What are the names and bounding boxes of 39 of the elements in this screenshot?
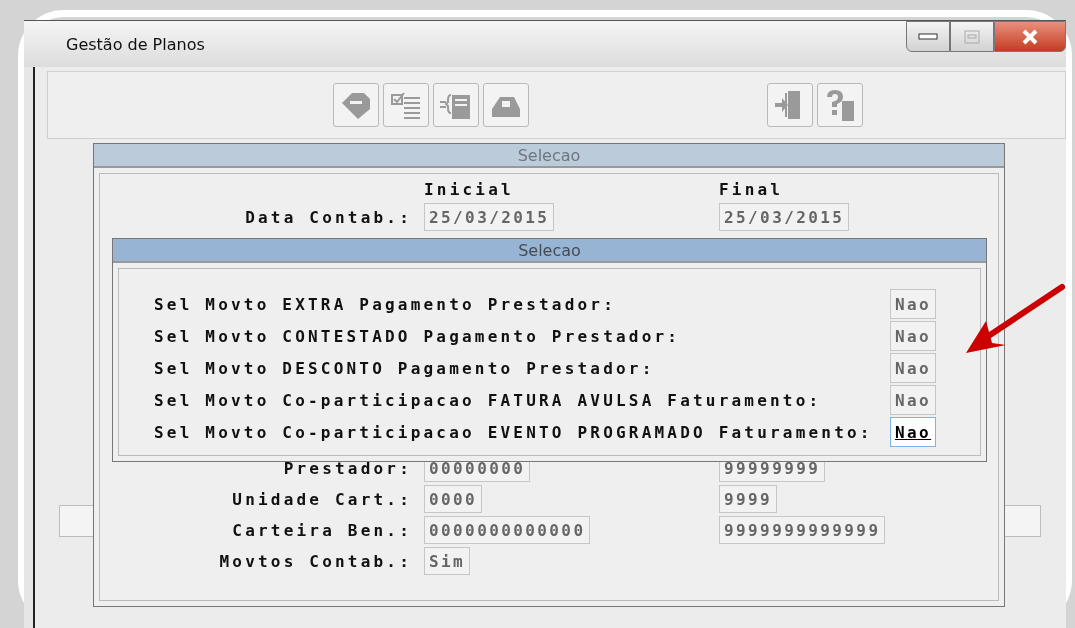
toolbar-button[interactable] — [817, 83, 863, 127]
dialog-title-bar: Selecao — [113, 239, 986, 263]
toolbar-button[interactable] — [383, 83, 429, 127]
field-label: Carteira Ben.: — [231, 520, 412, 540]
input-field[interactable]: 25/03/2015 — [424, 203, 555, 231]
toolbar-button[interactable] — [483, 83, 529, 127]
input-field[interactable]: Nao — [890, 385, 937, 415]
minimize-button[interactable] — [906, 21, 950, 52]
input-field[interactable]: Nao — [890, 417, 937, 447]
input-field[interactable]: Sim — [424, 547, 471, 575]
field-label: Movtos Contab.: — [218, 551, 412, 571]
field-label: Data Contab.: — [244, 207, 412, 227]
minimize-icon — [918, 32, 938, 41]
toolbar-button[interactable] — [333, 83, 379, 127]
close-icon — [1021, 28, 1039, 45]
input-field[interactable]: Nao — [890, 289, 937, 319]
input-field[interactable]: 25/03/2015 — [719, 203, 850, 231]
input-field[interactable]: Nao — [890, 321, 937, 351]
input-field[interactable]: 0000 — [424, 485, 483, 513]
field-label: Sel Movto CONTESTADO Pagamento Prestador: — [154, 326, 682, 346]
maximize-icon — [964, 29, 980, 44]
column-header: Inicial — [424, 180, 515, 200]
column-header: Final — [719, 180, 785, 200]
field-label: Sel Movto Co-participacao EVENTO PROGRAMADO Faturamento: — [154, 422, 874, 442]
input-field[interactable]: 0000000000000 — [424, 516, 591, 544]
close-button[interactable] — [994, 21, 1066, 52]
dialog-title-bar: Selecao — [94, 144, 1004, 168]
maximize-button[interactable] — [950, 21, 994, 52]
toolbar-button[interactable] — [433, 83, 479, 127]
field-label: Sel Movto Co-participacao FATURA AVULSA Faturamento: — [154, 390, 823, 410]
field-label: Unidade Cart.: — [231, 489, 412, 509]
input-field[interactable]: 9999 — [719, 485, 778, 513]
window-title: Gestão de Planos — [66, 34, 205, 54]
input-field[interactable]: 9999999999999 — [719, 516, 886, 544]
input-field[interactable]: Nao — [890, 353, 937, 383]
field-label: Sel Movto DESCONTO Pagamento Prestador: — [154, 358, 656, 378]
toolbar-button[interactable] — [767, 83, 813, 127]
field-label: Prestador: — [282, 458, 412, 478]
field-label: Sel Movto EXTRA Pagamento Prestador: — [154, 294, 617, 314]
